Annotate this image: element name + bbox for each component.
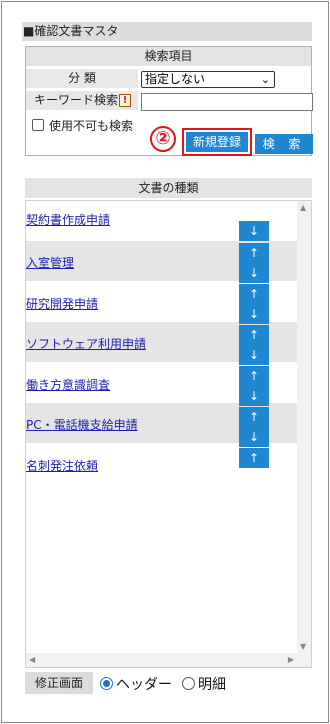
sort-buttons: ↑ ↓	[239, 407, 269, 447]
radio-header-label[interactable]: ヘッダー	[116, 674, 172, 694]
keyword-label: キーワード検索!	[26, 91, 138, 110]
move-up-button[interactable]: ↑	[239, 243, 269, 263]
step-marker: ②	[150, 126, 176, 152]
new-button-highlight: 新規登録	[182, 128, 252, 156]
document-link[interactable]: ソフトウェア利用申請	[26, 335, 146, 352]
sort-buttons: ↓	[239, 221, 269, 241]
category-select[interactable]: 指定しない ⌄	[141, 71, 275, 88]
document-type-header: 文書の種類	[25, 178, 312, 198]
category-label: 分 類	[26, 69, 138, 88]
sort-buttons: ↑ ↓	[239, 366, 269, 406]
unusable-checkbox[interactable]	[32, 119, 44, 131]
chevron-down-icon: ⌄	[260, 73, 270, 86]
sort-buttons: ↑	[239, 448, 269, 468]
move-down-button[interactable]: ↓	[239, 221, 269, 241]
document-link[interactable]: 入室管理	[26, 254, 74, 271]
radio-detail[interactable]	[182, 677, 195, 690]
keyword-label-text: キーワード検索	[34, 93, 119, 107]
sort-buttons: ↑ ↓	[239, 243, 269, 283]
document-link[interactable]: 働き方意識調査	[26, 376, 110, 393]
search-panel: 検索項目 分 類 指定しない ⌄ キーワード検索! 使用不可も検索 ② 新規登録…	[25, 46, 313, 156]
unusable-label: 使用不可も検索	[49, 119, 134, 133]
warning-icon: !	[119, 94, 132, 107]
scroll-right-icon[interactable]: ▶	[288, 655, 294, 664]
move-up-button[interactable]: ↑	[239, 407, 269, 427]
move-up-button[interactable]: ↑	[239, 325, 269, 345]
document-link[interactable]: 契約書作成申請	[26, 211, 110, 228]
sort-buttons: ↑ ↓	[239, 284, 269, 324]
move-down-button[interactable]: ↓	[239, 263, 269, 283]
edit-screen-label: 修正画面	[25, 672, 93, 694]
search-button[interactable]: 検 索	[255, 134, 313, 154]
move-down-button[interactable]: ↓	[239, 345, 269, 365]
move-down-button[interactable]: ↓	[239, 427, 269, 447]
document-type-list: 契約書作成申請 入室管理 研究開発申請 ソフトウェア利用申請 働き方意識調査 P…	[25, 200, 312, 668]
document-link[interactable]: 名刺発注依頼	[26, 457, 98, 474]
window-frame: ■確認文書マスタ 検索項目 分 類 指定しない ⌄ キーワード検索! 使用不可も…	[1, 1, 329, 723]
move-up-button[interactable]: ↑	[239, 448, 269, 468]
radio-detail-label[interactable]: 明細	[198, 674, 226, 694]
new-register-button[interactable]: 新規登録	[186, 132, 248, 152]
panel-title: ■確認文書マスタ	[22, 22, 312, 41]
sort-buttons: ↑ ↓	[239, 325, 269, 365]
scroll-up-icon[interactable]: ▲	[300, 203, 306, 212]
search-header: 検索項目	[26, 47, 311, 66]
document-link[interactable]: PC・電話機支給申請	[26, 416, 138, 433]
horizontal-scrollbar[interactable]: ◀ ▶	[26, 653, 311, 667]
document-link[interactable]: 研究開発申請	[26, 295, 98, 312]
scroll-down-icon[interactable]: ▼	[300, 642, 306, 651]
footer: 修正画面 ヘッダー 明細	[25, 672, 315, 696]
radio-header[interactable]	[100, 677, 113, 690]
move-down-button[interactable]: ↓	[239, 304, 269, 324]
category-select-value: 指定しない	[145, 72, 206, 86]
move-up-button[interactable]: ↑	[239, 366, 269, 386]
move-down-button[interactable]: ↓	[239, 386, 269, 406]
move-up-button[interactable]: ↑	[239, 284, 269, 304]
scroll-left-icon[interactable]: ◀	[29, 655, 35, 664]
vertical-scrollbar[interactable]: ▲ ▼	[297, 201, 311, 653]
keyword-input[interactable]	[141, 93, 313, 111]
